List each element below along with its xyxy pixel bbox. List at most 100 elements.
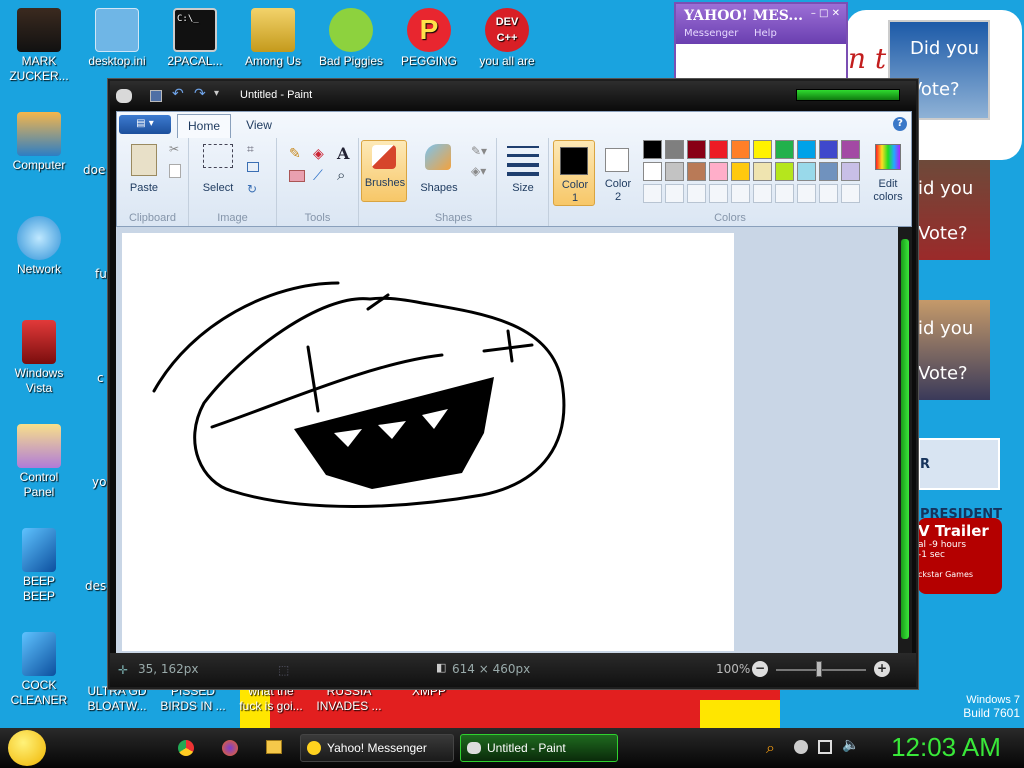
palette-swatch[interactable]: [643, 184, 662, 203]
palette-swatch[interactable]: [709, 140, 728, 159]
outline-icon[interactable]: ✎▾: [471, 144, 487, 158]
color1-button[interactable]: Color 1: [553, 140, 595, 206]
desktop-icon-cock-cleaner[interactable]: COCK CLEANER: [2, 632, 76, 708]
zoom-out-button[interactable]: −: [752, 661, 768, 677]
size-icon[interactable]: [507, 146, 539, 176]
partial-icon-label[interactable]: c: [97, 371, 104, 385]
paint-window[interactable]: ↶ ↷ ▾ Untitled - Paint ▤ ▾ Home View ? P…: [108, 79, 918, 689]
palette-swatch[interactable]: [841, 162, 860, 181]
palette-swatch[interactable]: [775, 184, 794, 203]
color2-button[interactable]: Color 2: [597, 140, 639, 206]
crop-icon[interactable]: ⌗: [247, 142, 254, 157]
color-picker-icon[interactable]: ⟋: [313, 168, 323, 184]
volume-icon[interactable]: 🔈: [842, 737, 859, 753]
palette-swatch[interactable]: [687, 140, 706, 159]
pencil-icon[interactable]: ✎: [289, 146, 307, 164]
palette-swatch[interactable]: [687, 184, 706, 203]
eraser-icon[interactable]: [289, 170, 305, 182]
fill-icon[interactable]: ◈: [313, 146, 331, 164]
chrome-icon[interactable]: [178, 740, 194, 756]
yahoo-menu-messenger[interactable]: Messenger: [684, 28, 738, 39]
network-tray-icon[interactable]: [818, 740, 832, 754]
desktop-icon-pegging[interactable]: P PEGGING: [392, 8, 466, 69]
select-button[interactable]: Select: [195, 182, 241, 195]
zoom-slider-thumb[interactable]: [816, 661, 822, 677]
resize-icon[interactable]: [247, 162, 259, 172]
save-icon[interactable]: [150, 90, 162, 102]
desktop-icon-2pacal[interactable]: C:\_ 2PACAL...: [158, 8, 232, 69]
paint-menu-button[interactable]: ▤ ▾: [119, 115, 171, 134]
messenger-tray-icon[interactable]: [794, 740, 808, 754]
palette-swatch[interactable]: [819, 140, 838, 159]
edit-colors-button[interactable]: Edit colors: [867, 140, 909, 206]
palette-swatch[interactable]: [797, 162, 816, 181]
window-controls-bar[interactable]: [796, 89, 900, 101]
zoom-in-button[interactable]: +: [874, 661, 890, 677]
desktop-icon-you-all-are[interactable]: DEV C++ you all are: [470, 8, 544, 69]
palette-swatch[interactable]: [731, 140, 750, 159]
search-icon[interactable]: ⌕: [766, 738, 775, 758]
palette-swatch[interactable]: [709, 162, 728, 181]
desktop-icon-desktop-ini[interactable]: desktop.ini: [80, 8, 154, 69]
desktop-icon-computer[interactable]: Computer: [2, 112, 76, 173]
shapes-button[interactable]: Shapes: [415, 182, 463, 195]
palette-swatch[interactable]: [687, 162, 706, 181]
paste-icon[interactable]: [131, 144, 157, 176]
palette-swatch[interactable]: [643, 162, 662, 181]
taskbar-paint[interactable]: Untitled - Paint: [460, 734, 618, 762]
palette-swatch[interactable]: [819, 184, 838, 203]
desktop-icon-among-us[interactable]: Among Us: [236, 8, 310, 69]
copy-icon[interactable]: [169, 164, 181, 178]
scroll-thumb[interactable]: [901, 239, 909, 639]
drawing-canvas[interactable]: [122, 233, 734, 651]
palette-swatch[interactable]: [709, 184, 728, 203]
select-icon[interactable]: [203, 144, 233, 168]
start-button[interactable]: [8, 730, 46, 766]
cut-icon[interactable]: ✂: [169, 142, 179, 156]
help-icon[interactable]: ?: [893, 117, 907, 131]
palette-swatch[interactable]: [797, 140, 816, 159]
palette-swatch[interactable]: [775, 140, 794, 159]
palette-swatch[interactable]: [665, 184, 684, 203]
paint-titlebar[interactable]: ↶ ↷ ▾ Untitled - Paint: [110, 81, 916, 111]
magnifier-icon[interactable]: ⌕: [337, 166, 345, 184]
desktop-icon-mark-zucker[interactable]: MARK ZUCKER...: [2, 8, 76, 84]
palette-swatch[interactable]: [665, 162, 684, 181]
size-button[interactable]: Size: [499, 182, 547, 195]
palette-swatch[interactable]: [753, 140, 772, 159]
desktop-icon-beep-beep[interactable]: BEEP BEEP: [2, 528, 76, 604]
palette-swatch[interactable]: [841, 140, 860, 159]
palette-swatch[interactable]: [797, 184, 816, 203]
vertical-scrollbar[interactable]: [898, 227, 912, 653]
palette-swatch[interactable]: [753, 162, 772, 181]
firefox-icon[interactable]: [222, 740, 238, 756]
partial-icon-label[interactable]: fu: [95, 267, 107, 281]
desktop-icon-control-panel[interactable]: Control Panel: [2, 424, 76, 500]
yahoo-messenger-window[interactable]: YAHOO! MES... Messenger Help – □ ✕: [674, 2, 848, 80]
quick-access-dropdown-icon[interactable]: ▾: [214, 88, 219, 99]
paste-button[interactable]: Paste: [121, 182, 167, 195]
palette-swatch[interactable]: [665, 140, 684, 159]
partial-icon-label[interactable]: doe: [83, 163, 105, 177]
rotate-icon[interactable]: ↻: [247, 182, 257, 196]
desktop-icon-network[interactable]: Network: [2, 216, 76, 277]
palette-swatch[interactable]: [731, 162, 750, 181]
palette-swatch[interactable]: [731, 184, 750, 203]
shapes-icon[interactable]: [425, 144, 451, 170]
tab-home[interactable]: Home: [177, 114, 231, 138]
palette-swatch[interactable]: [775, 162, 794, 181]
text-icon[interactable]: A: [337, 144, 355, 163]
desktop-icon-bad-piggies[interactable]: Bad Piggies: [314, 8, 388, 69]
fill-shape-icon[interactable]: ◈▾: [471, 164, 486, 178]
paint-app-icon[interactable]: [116, 89, 132, 103]
partial-icon-label[interactable]: des: [85, 579, 106, 593]
brushes-button[interactable]: Brushes: [361, 140, 407, 202]
taskbar-yahoo-messenger[interactable]: Yahoo! Messenger: [300, 734, 454, 762]
palette-swatch[interactable]: [841, 184, 860, 203]
palette-swatch[interactable]: [643, 140, 662, 159]
partial-icon-label[interactable]: yo: [92, 475, 106, 489]
palette-swatch[interactable]: [753, 184, 772, 203]
clock[interactable]: 12:03 AM: [872, 732, 1020, 763]
undo-icon[interactable]: ↶: [172, 86, 184, 102]
palette-swatch[interactable]: [819, 162, 838, 181]
